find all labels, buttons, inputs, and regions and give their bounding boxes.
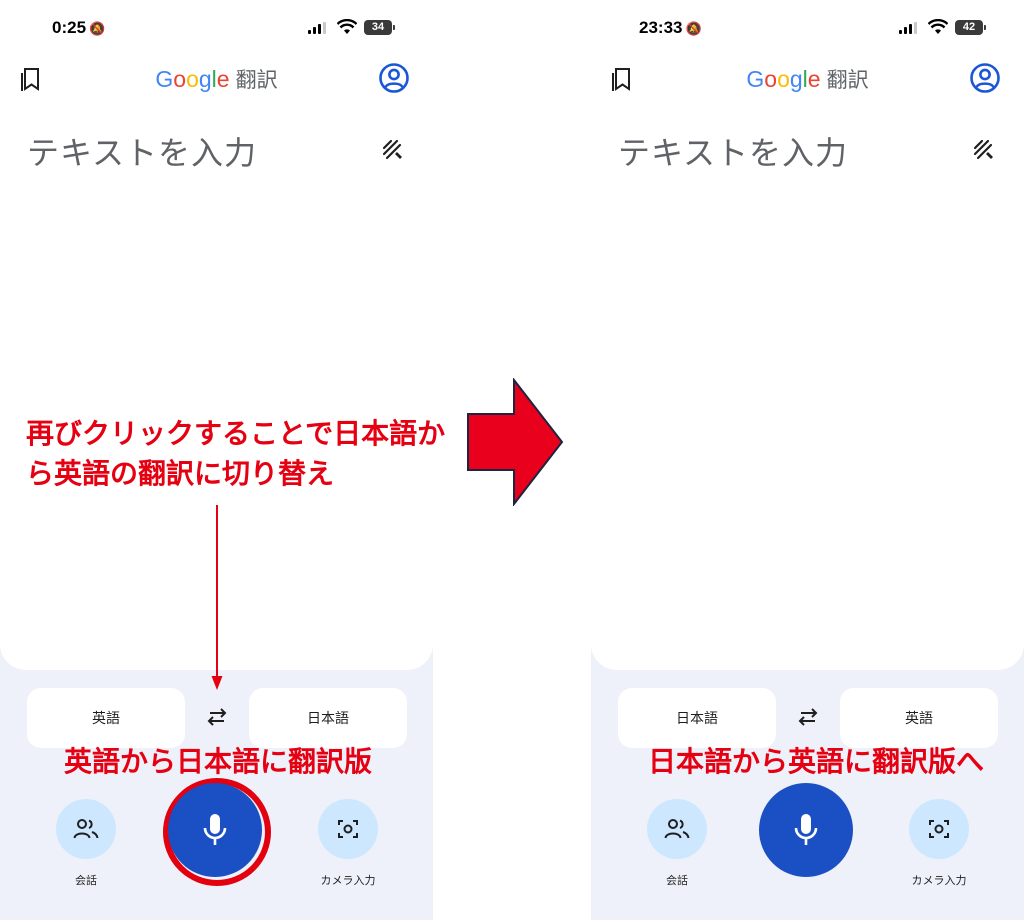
phone-screen-after: 23:33 🔕 42 Google 翻訳 テキストを入力 日本語 英語 会話 カ… (591, 0, 1024, 920)
title-letter: o (764, 66, 778, 92)
transition-arrow-icon (467, 378, 564, 506)
target-language-button[interactable]: 日本語 (249, 688, 407, 748)
text-input-placeholder[interactable]: テキストを入力 (27, 128, 257, 174)
title-suffix: 翻訳 (826, 69, 869, 92)
source-language-button[interactable]: 日本語 (618, 688, 776, 748)
account-icon[interactable] (378, 62, 410, 94)
annotation-caption-before: 英語から日本語に翻訳版 (64, 745, 373, 778)
account-icon[interactable] (969, 62, 1001, 94)
microphone-button[interactable] (759, 783, 853, 877)
microphone-icon (794, 814, 818, 845)
bell-muted-icon: 🔕 (685, 21, 702, 36)
signal-icon (899, 22, 921, 34)
people-icon (664, 819, 690, 839)
title-letter: g (789, 66, 803, 92)
wifi-icon (337, 19, 357, 34)
conversation-button[interactable] (56, 799, 116, 859)
title-letter: e (216, 66, 230, 92)
wifi-icon (928, 19, 948, 34)
camera-input-button[interactable] (909, 799, 969, 859)
title-letter: o (186, 66, 199, 92)
conversation-label: 会話 (75, 874, 97, 887)
camera-input-label: カメラ入力 (320, 874, 376, 887)
battery-indicator: 42 (955, 20, 986, 35)
status-time: 23:33 🔕 (639, 18, 702, 38)
handwriting-icon[interactable] (381, 138, 405, 162)
camera-input-label: カメラ入力 (911, 874, 967, 887)
annotation-caption-after: 日本語から英語に翻訳版へ (648, 745, 985, 778)
signal-icon (308, 22, 330, 34)
title-letter: o (173, 66, 187, 92)
lens-camera-icon (338, 820, 358, 838)
title-letter: g (198, 66, 212, 92)
swap-languages-icon[interactable] (204, 707, 230, 727)
title-letter: e (807, 66, 821, 92)
text-input-placeholder[interactable]: テキストを入力 (618, 128, 848, 174)
pointer-arrow-icon (211, 505, 223, 690)
title-letter: G (155, 66, 174, 92)
annotation-instruction-line2: ら英語の翻訳に切り替え (26, 457, 335, 490)
status-time-text: 0:25 (52, 18, 87, 37)
title-letter: G (746, 66, 765, 92)
handwriting-icon[interactable] (972, 138, 996, 162)
annotation-instruction-line1: 再びクリックすることで日本語か (26, 417, 446, 450)
bell-muted-icon: 🔕 (89, 21, 106, 36)
microphone-button[interactable] (168, 783, 262, 877)
conversation-button[interactable] (647, 799, 707, 859)
status-time: 0:25 🔕 (52, 18, 105, 38)
swap-languages-icon[interactable] (795, 707, 821, 727)
camera-input-button[interactable] (318, 799, 378, 859)
battery-indicator: 34 (364, 20, 395, 35)
source-language-button[interactable]: 英語 (27, 688, 185, 748)
title-suffix: 翻訳 (235, 69, 278, 92)
app-title: Google 翻訳 (591, 64, 1024, 94)
microphone-icon (203, 814, 227, 845)
app-title: Google 翻訳 (0, 64, 433, 94)
people-icon (73, 819, 99, 839)
status-time-text: 23:33 (639, 18, 683, 37)
target-language-button[interactable]: 英語 (840, 688, 998, 748)
title-letter: o (777, 66, 790, 92)
input-card-edge (591, 600, 1024, 670)
conversation-label: 会話 (666, 874, 688, 887)
lens-camera-icon (929, 820, 949, 838)
annotation-instruction: 再びクリックすることで日本語か ら英語の翻訳に切り替え (26, 414, 446, 494)
